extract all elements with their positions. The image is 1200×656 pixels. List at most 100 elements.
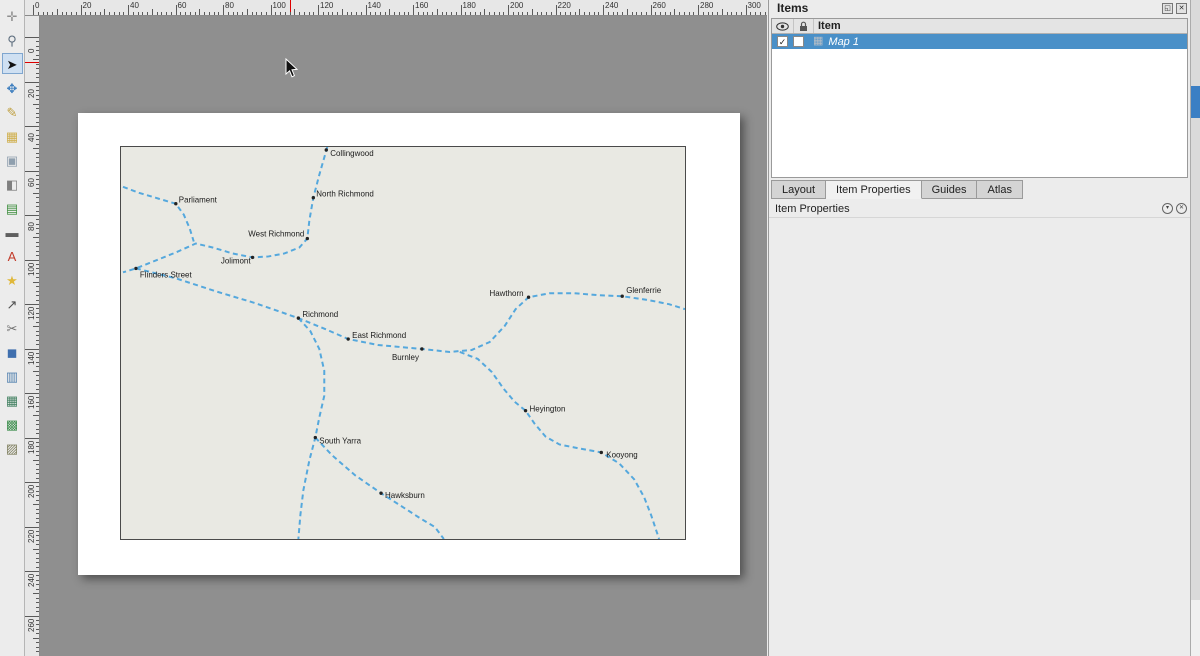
add-node-item-icon[interactable]: ✂ xyxy=(2,317,23,338)
ruler-top-label: 200 xyxy=(510,1,523,10)
station-label: North Richmond xyxy=(316,190,374,199)
properties-collapse-button[interactable]: ▾ xyxy=(1162,203,1173,214)
add-html-icon[interactable]: ▥ xyxy=(2,365,23,386)
tab-layout[interactable]: Layout xyxy=(771,180,826,199)
east-rail-line xyxy=(136,268,685,352)
ruler-left-label: 200 xyxy=(27,485,36,498)
station-dot xyxy=(527,296,530,299)
item-properties-title: Item Properties xyxy=(769,200,1190,218)
station-dot xyxy=(306,237,309,240)
south-rail-line xyxy=(298,318,324,539)
edit-nodes-icon[interactable]: ✎ xyxy=(2,101,23,122)
add-arrow-icon[interactable]: ↗ xyxy=(2,293,23,314)
tab-atlas[interactable]: Atlas xyxy=(977,180,1022,199)
station-dot xyxy=(297,316,300,319)
ruler-top-label: 20 xyxy=(83,1,92,10)
properties-close-button[interactable]: ✕ xyxy=(1176,203,1187,214)
add-scalebar-icon[interactable]: ▬ xyxy=(2,221,23,242)
station-label: East Richmond xyxy=(352,331,406,340)
station-dot xyxy=(314,436,317,439)
ruler-top-label: 120 xyxy=(320,1,333,10)
ruler-left-label: 260 xyxy=(27,618,36,631)
add-shape-icon[interactable]: ◼ xyxy=(2,341,23,362)
north-rail-line xyxy=(123,147,327,272)
ruler-top-label: 180 xyxy=(463,1,476,10)
ruler-top-label: 240 xyxy=(605,1,618,10)
select-icon[interactable]: ➤ xyxy=(2,53,23,74)
tab-item-properties[interactable]: Item Properties xyxy=(826,180,922,199)
station-dot xyxy=(621,295,624,298)
add-label-icon[interactable]: A xyxy=(2,245,23,266)
station-label: Flinders Street xyxy=(140,270,193,279)
ruler-top-label: 0 xyxy=(35,1,39,10)
items-close-button[interactable]: ✕ xyxy=(1176,3,1187,14)
station-dot xyxy=(524,409,527,412)
station-label: South Yarra xyxy=(319,436,361,445)
ruler-left-label: 80 xyxy=(27,222,36,231)
items-panel-title: Items xyxy=(769,0,1190,17)
add-fixed-table-icon[interactable]: ▩ xyxy=(2,413,23,434)
mouse-cursor xyxy=(285,58,299,79)
layout-page[interactable]: CollingwoodParliamentNorth RichmondWest … xyxy=(78,113,740,575)
visibility-column-header xyxy=(772,19,794,33)
station-dot xyxy=(312,196,315,199)
lock-icon xyxy=(799,21,808,32)
station-dot xyxy=(325,148,328,151)
move-item-content-icon[interactable]: ✥ xyxy=(2,77,23,98)
station-label: Parliament xyxy=(179,196,218,205)
item-column-header: Item xyxy=(814,19,1187,33)
station-dot xyxy=(347,337,350,340)
add-marker-icon[interactable]: ★ xyxy=(2,269,23,290)
ruler-left-label: 180 xyxy=(27,440,36,453)
eye-icon xyxy=(776,22,789,31)
ruler-left-label: 40 xyxy=(27,133,36,142)
ruler-left-label: 120 xyxy=(27,307,36,320)
ruler-top-label: 80 xyxy=(225,1,234,10)
right-dock-strip xyxy=(1190,0,1200,656)
southeast-branch-line xyxy=(460,352,659,539)
zoom-icon[interactable]: ⚲ xyxy=(2,29,23,50)
station-dot xyxy=(134,267,137,270)
visibility-checkbox[interactable]: ✓ xyxy=(777,36,788,47)
map-svg: CollingwoodParliamentNorth RichmondWest … xyxy=(121,147,685,539)
qgis-layout-window: ✛ ⚲ ➤ ✥ ✎ ▦ ▣ ◧ ▤ ▬ A ★ ↗ ✂ ◼ ▥ ▦ ▩ ▨ 0 20 40 60 80 100 120 140 16… xyxy=(0,0,1200,656)
item-row[interactable]: ✓▦Map 1 xyxy=(772,34,1187,49)
lock-checkbox[interactable] xyxy=(793,36,804,47)
pan-icon[interactable]: ✛ xyxy=(2,5,23,26)
add-3d-map-icon[interactable]: ◧ xyxy=(2,173,23,194)
ruler-left-label: 100 xyxy=(27,262,36,275)
station-dot xyxy=(174,202,177,205)
ruler-left-label: 240 xyxy=(27,574,36,587)
station-label: Hawksburn xyxy=(385,491,425,500)
add-map-icon[interactable]: ▦ xyxy=(2,125,23,146)
add-legend-icon[interactable]: ▤ xyxy=(2,197,23,218)
station-label: Kooyong xyxy=(606,450,637,459)
station-label: Hawthorn xyxy=(489,289,523,298)
station-dot xyxy=(600,451,603,454)
ruler-top-label: 60 xyxy=(178,1,187,10)
ruler-top-label: 300 xyxy=(748,1,761,10)
map-item[interactable]: CollingwoodParliamentNorth RichmondWest … xyxy=(120,146,686,540)
ruler-top-label: 160 xyxy=(415,1,428,10)
station-label: Burnley xyxy=(392,353,419,362)
ruler-top-label: 140 xyxy=(368,1,381,10)
collapsed-panel-tab[interactable] xyxy=(1191,86,1200,118)
item-label: Map 1 xyxy=(828,36,859,48)
ruler-left-label: 220 xyxy=(27,529,36,542)
items-list: ✓▦Map 1 xyxy=(772,34,1187,49)
ruler-top-label: 220 xyxy=(558,1,571,10)
tab-guides[interactable]: Guides xyxy=(922,180,978,199)
add-picture-icon[interactable]: ▣ xyxy=(2,149,23,170)
collapsed-panel-area xyxy=(1191,600,1200,656)
station-label: Richmond xyxy=(302,310,338,319)
station-label: West Richmond xyxy=(248,230,304,239)
items-undock-button[interactable]: ◱ xyxy=(1162,3,1173,14)
layout-canvas[interactable]: CollingwoodParliamentNorth RichmondWest … xyxy=(40,16,767,656)
ruler-left-label: 140 xyxy=(27,351,36,364)
ruler-left-label: 20 xyxy=(27,89,36,98)
edit-table-icon[interactable]: ▨ xyxy=(2,437,23,458)
ruler-top-label: 100 xyxy=(273,1,286,10)
items-table: Item ✓▦Map 1 xyxy=(771,18,1188,178)
add-attribute-table-icon[interactable]: ▦ xyxy=(2,389,23,410)
ruler-left-label: 0 xyxy=(27,49,36,53)
